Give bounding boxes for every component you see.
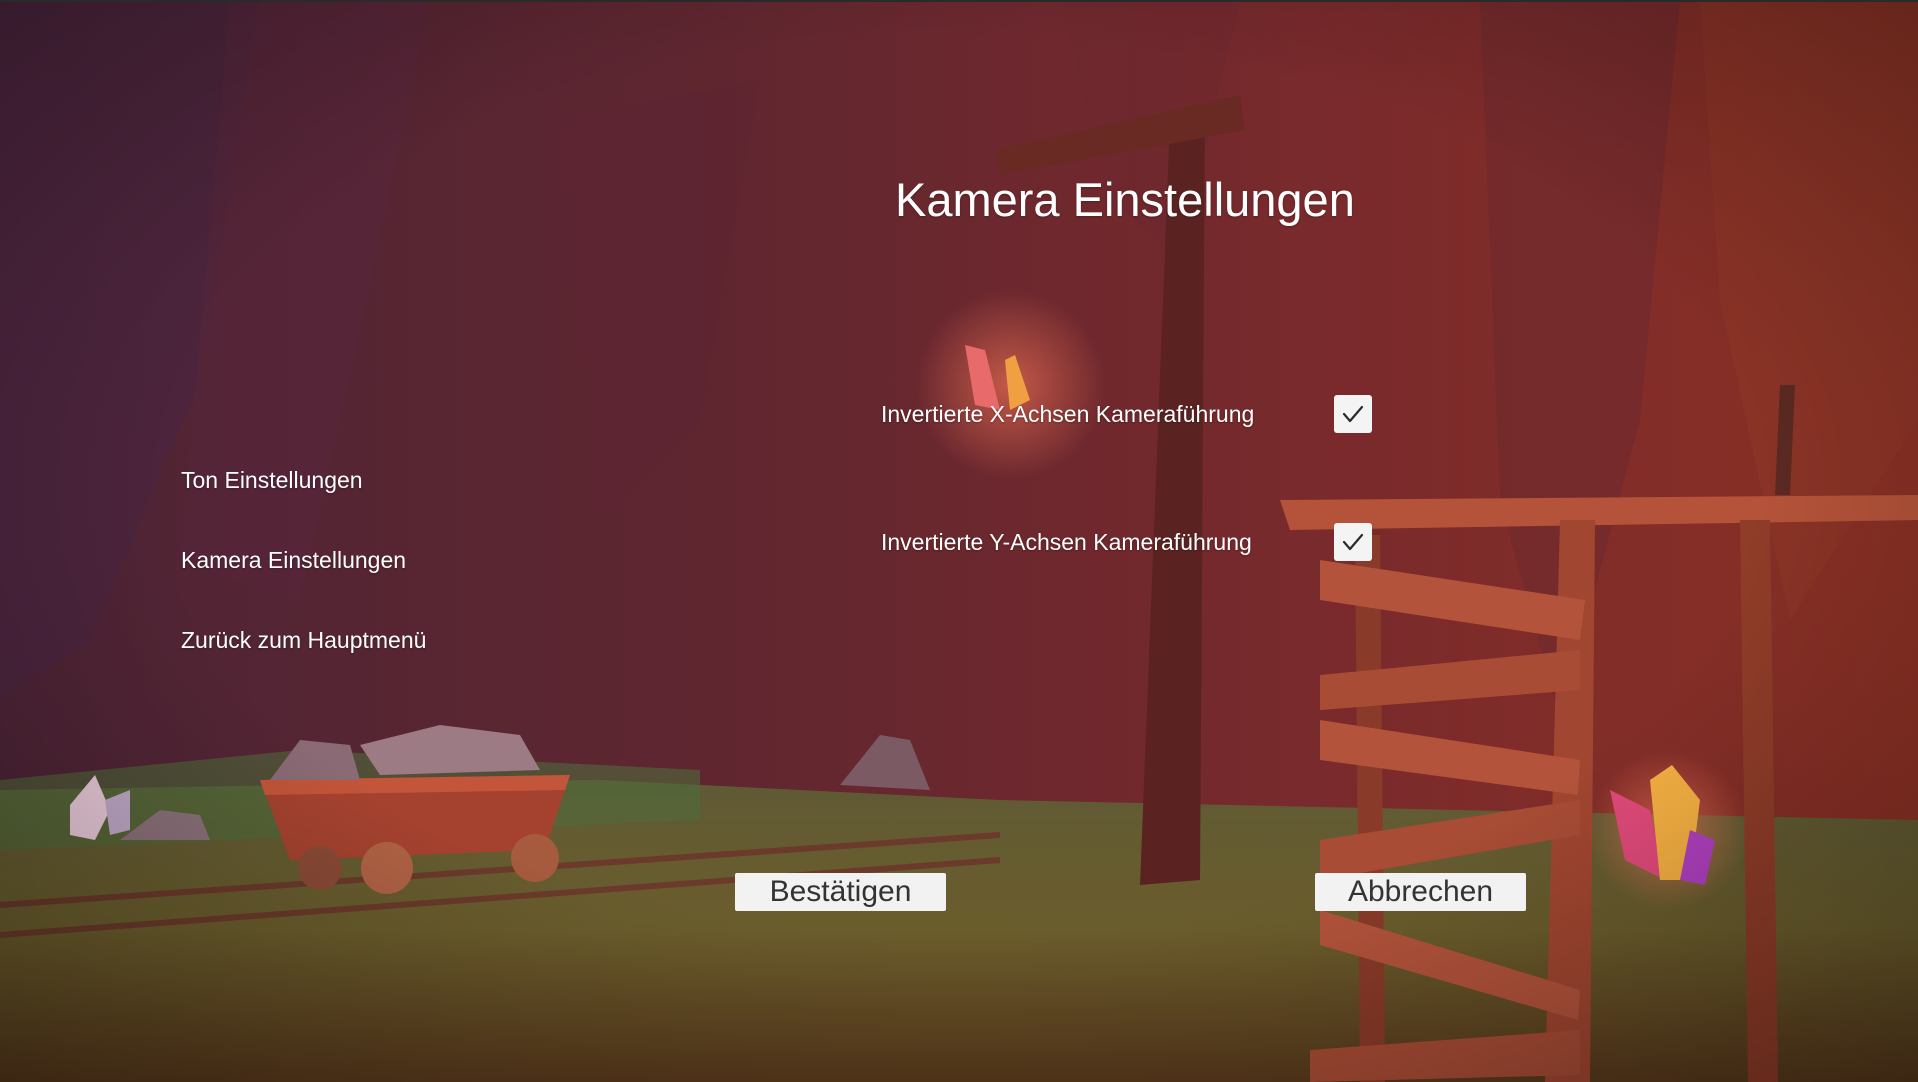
menu-item-zurueck-hauptmenue[interactable]: Zurück zum Hauptmenü [181, 627, 426, 654]
option-invert-x-label: Invertierte X-Achsen Kameraführung [881, 401, 1255, 427]
invert-y-checkbox[interactable] [1334, 523, 1372, 561]
page-title: Kamera Einstellungen [895, 173, 1355, 226]
cancel-button[interactable]: Abbrechen [1315, 873, 1526, 911]
option-invert-y-label: Invertierte Y-Achsen Kameraführung [881, 529, 1252, 555]
check-icon [1342, 405, 1364, 423]
confirm-button[interactable]: Bestätigen [735, 873, 946, 911]
top-border [0, 0, 1918, 2]
check-icon [1342, 533, 1364, 551]
menu-item-kamera-einstellungen[interactable]: Kamera Einstellungen [181, 547, 406, 574]
menu-item-ton-einstellungen[interactable]: Ton Einstellungen [181, 467, 363, 494]
game-screen: Kamera Einstellungen Ton Einstellungen K… [0, 0, 1918, 1082]
invert-x-checkbox[interactable] [1334, 395, 1372, 433]
